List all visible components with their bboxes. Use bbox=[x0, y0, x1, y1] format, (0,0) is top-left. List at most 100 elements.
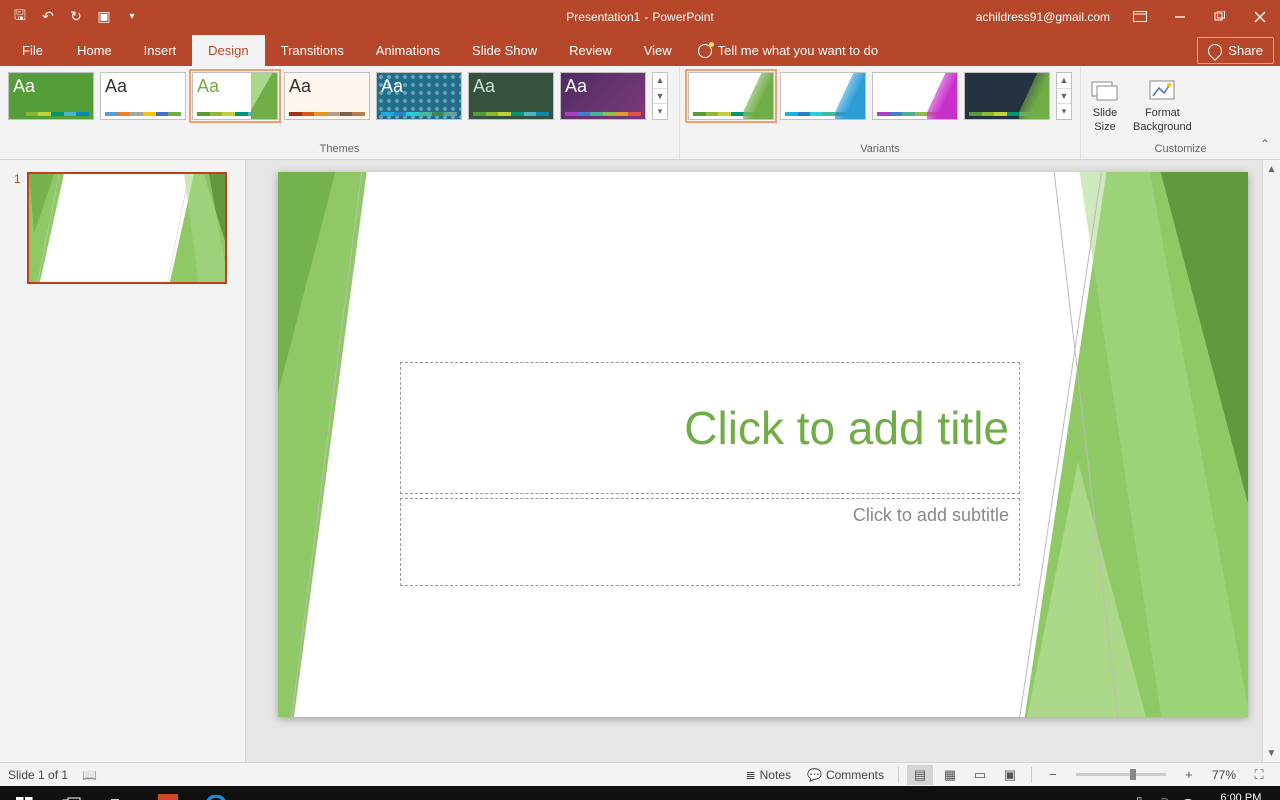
slide-thumbnail[interactable]: 1 bbox=[14, 172, 231, 284]
format-background-icon bbox=[1146, 76, 1178, 104]
tab-animations[interactable]: Animations bbox=[360, 35, 456, 66]
slide-size-label: Slide Size bbox=[1093, 106, 1117, 135]
title-placeholder[interactable]: Click to add title bbox=[400, 362, 1020, 494]
theme-thumbnail-4[interactable]: Aa bbox=[376, 72, 462, 120]
themes-group: AaAaAaAaAaAaAa▲▼▾ Themes bbox=[0, 66, 680, 159]
maximize-icon[interactable] bbox=[1200, 0, 1240, 33]
notes-button[interactable]: ≣ Notes bbox=[740, 766, 797, 784]
notes-label: Notes bbox=[760, 768, 791, 782]
tab-transitions[interactable]: Transitions bbox=[265, 35, 360, 66]
title-placeholder-text: Click to add title bbox=[684, 401, 1009, 455]
notes-icon: ≣ bbox=[746, 768, 756, 782]
tab-file[interactable]: File bbox=[4, 35, 61, 66]
user-account[interactable]: achildress91@gmail.com bbox=[966, 10, 1120, 24]
zoom-in-icon[interactable]: + bbox=[1176, 765, 1202, 785]
variant-thumbnail-2[interactable] bbox=[872, 72, 958, 120]
themes-scroll-down-icon[interactable]: ▼ bbox=[653, 89, 667, 105]
tab-insert[interactable]: Insert bbox=[128, 35, 193, 66]
zoom-slider[interactable] bbox=[1076, 773, 1166, 776]
comments-button[interactable]: 💬 Comments bbox=[801, 766, 890, 784]
theme-thumbnail-2[interactable]: Aa bbox=[192, 72, 278, 120]
save-icon[interactable]: 🖫 bbox=[8, 5, 32, 29]
variants-more-icon[interactable]: ▾ bbox=[1057, 104, 1071, 119]
app-name: PowerPoint bbox=[652, 10, 713, 24]
windows-taskbar: P ⌃ 🖧 🔊 💬 6:00 PM 11/12/2016 bbox=[0, 786, 1280, 800]
ribbon-display-options-icon[interactable] bbox=[1120, 0, 1160, 33]
powerpoint-taskbar-icon[interactable]: P bbox=[144, 786, 192, 800]
variants-group: ▲▼▾ Variants bbox=[680, 66, 1081, 159]
format-background-label: Format Background bbox=[1133, 106, 1192, 135]
theme-thumbnail-0[interactable]: Aa bbox=[8, 72, 94, 120]
scroll-track[interactable] bbox=[1263, 178, 1280, 744]
slide-editor[interactable]: Click to add title Click to add subtitle… bbox=[246, 160, 1280, 762]
window-title: Presentation1 - PowerPoint bbox=[566, 10, 713, 24]
slide-sorter-view-icon[interactable]: ▦ bbox=[937, 765, 963, 785]
comments-label: Comments bbox=[826, 768, 884, 782]
vertical-scrollbar[interactable]: ▲ ▼ bbox=[1262, 160, 1280, 762]
spellcheck-icon[interactable]: 📖 bbox=[82, 768, 97, 782]
slide-counter[interactable]: Slide 1 of 1 bbox=[8, 768, 68, 782]
edge-taskbar-icon[interactable] bbox=[192, 786, 240, 800]
variants-scroll-down-icon[interactable]: ▼ bbox=[1057, 89, 1071, 105]
slideshow-view-icon[interactable]: ▣ bbox=[997, 765, 1023, 785]
reading-view-icon[interactable]: ▭ bbox=[967, 765, 993, 785]
themes-more-icon[interactable]: ▾ bbox=[653, 104, 667, 119]
themes-scroll-up-icon[interactable]: ▲ bbox=[653, 73, 667, 89]
title-bar: 🖫 ↶ ↻ ▣ ▾ Presentation1 - PowerPoint ach… bbox=[0, 0, 1280, 33]
collapse-ribbon-icon[interactable]: ⌃ bbox=[1256, 133, 1274, 155]
minimize-icon[interactable] bbox=[1160, 0, 1200, 33]
tab-slide-show[interactable]: Slide Show bbox=[456, 35, 553, 66]
variants-scroll-up-icon[interactable]: ▲ bbox=[1057, 73, 1071, 89]
scroll-down-icon[interactable]: ▼ bbox=[1263, 744, 1280, 762]
subtitle-placeholder[interactable]: Click to add subtitle bbox=[400, 498, 1020, 586]
task-view-icon[interactable] bbox=[48, 786, 96, 800]
undo-icon[interactable]: ↶ bbox=[36, 5, 60, 29]
quick-access-toolbar: 🖫 ↶ ↻ ▣ ▾ bbox=[0, 5, 144, 29]
slide-thumbnail-preview[interactable] bbox=[27, 172, 227, 284]
customize-group: Slide Size Format Background Customize bbox=[1081, 66, 1280, 159]
variant-thumbnail-3[interactable] bbox=[964, 72, 1050, 120]
zoom-out-icon[interactable]: − bbox=[1040, 765, 1066, 785]
start-from-beginning-icon[interactable]: ▣ bbox=[92, 5, 116, 29]
start-button[interactable] bbox=[0, 786, 48, 800]
themes-group-label: Themes bbox=[8, 143, 671, 157]
comments-icon: 💬 bbox=[807, 768, 822, 782]
tab-design[interactable]: Design bbox=[192, 35, 264, 66]
clock[interactable]: 6:00 PM 11/12/2016 bbox=[1206, 792, 1276, 800]
format-background-button[interactable]: Format Background bbox=[1133, 76, 1192, 135]
slide-size-button[interactable]: Slide Size bbox=[1089, 76, 1121, 135]
slide-canvas[interactable]: Click to add title Click to add subtitle bbox=[278, 172, 1248, 717]
share-button[interactable]: Share bbox=[1197, 37, 1274, 64]
subtitle-placeholder-text: Click to add subtitle bbox=[853, 505, 1009, 579]
tab-home[interactable]: Home bbox=[61, 35, 128, 66]
tab-view[interactable]: View bbox=[628, 35, 688, 66]
zoom-level[interactable]: 77% bbox=[1206, 768, 1242, 782]
fit-to-window-icon[interactable]: ⛶ bbox=[1246, 765, 1272, 785]
slide-thumbnail-pane[interactable]: 1 bbox=[0, 160, 246, 762]
close-icon[interactable] bbox=[1240, 0, 1280, 33]
clock-time: 6:00 PM bbox=[1214, 792, 1268, 800]
theme-thumbnail-3[interactable]: Aa bbox=[284, 72, 370, 120]
theme-thumbnail-1[interactable]: Aa bbox=[100, 72, 186, 120]
scroll-up-icon[interactable]: ▲ bbox=[1263, 160, 1280, 178]
system-tray: ⌃ 🖧 🔊 💬 6:00 PM 11/12/2016 bbox=[1112, 792, 1280, 800]
theme-thumbnail-6[interactable]: Aa bbox=[560, 72, 646, 120]
theme-thumbnail-5[interactable]: Aa bbox=[468, 72, 554, 120]
normal-view-icon[interactable]: ▤ bbox=[907, 765, 933, 785]
file-explorer-icon[interactable] bbox=[96, 786, 144, 800]
variant-thumbnail-1[interactable] bbox=[780, 72, 866, 120]
ribbon-tabs: FileHomeInsertDesignTransitionsAnimation… bbox=[0, 33, 1280, 66]
ribbon: AaAaAaAaAaAaAa▲▼▾ Themes ▲▼▾ Variants Sl… bbox=[0, 66, 1280, 160]
lightbulb-icon bbox=[698, 44, 712, 58]
themes-gallery-scroll[interactable]: ▲▼▾ bbox=[652, 72, 668, 120]
slide-number: 1 bbox=[14, 172, 21, 186]
share-icon bbox=[1205, 41, 1225, 61]
qat-customize-icon[interactable]: ▾ bbox=[120, 5, 144, 29]
tab-review[interactable]: Review bbox=[553, 35, 628, 66]
redo-icon[interactable]: ↻ bbox=[64, 5, 88, 29]
tell-me-search[interactable]: Tell me what you want to do bbox=[688, 35, 888, 66]
variant-thumbnail-0[interactable] bbox=[688, 72, 774, 120]
variants-gallery-scroll[interactable]: ▲▼▾ bbox=[1056, 72, 1072, 120]
tell-me-label: Tell me what you want to do bbox=[718, 43, 878, 58]
network-icon[interactable]: 🖧 bbox=[1132, 795, 1145, 800]
